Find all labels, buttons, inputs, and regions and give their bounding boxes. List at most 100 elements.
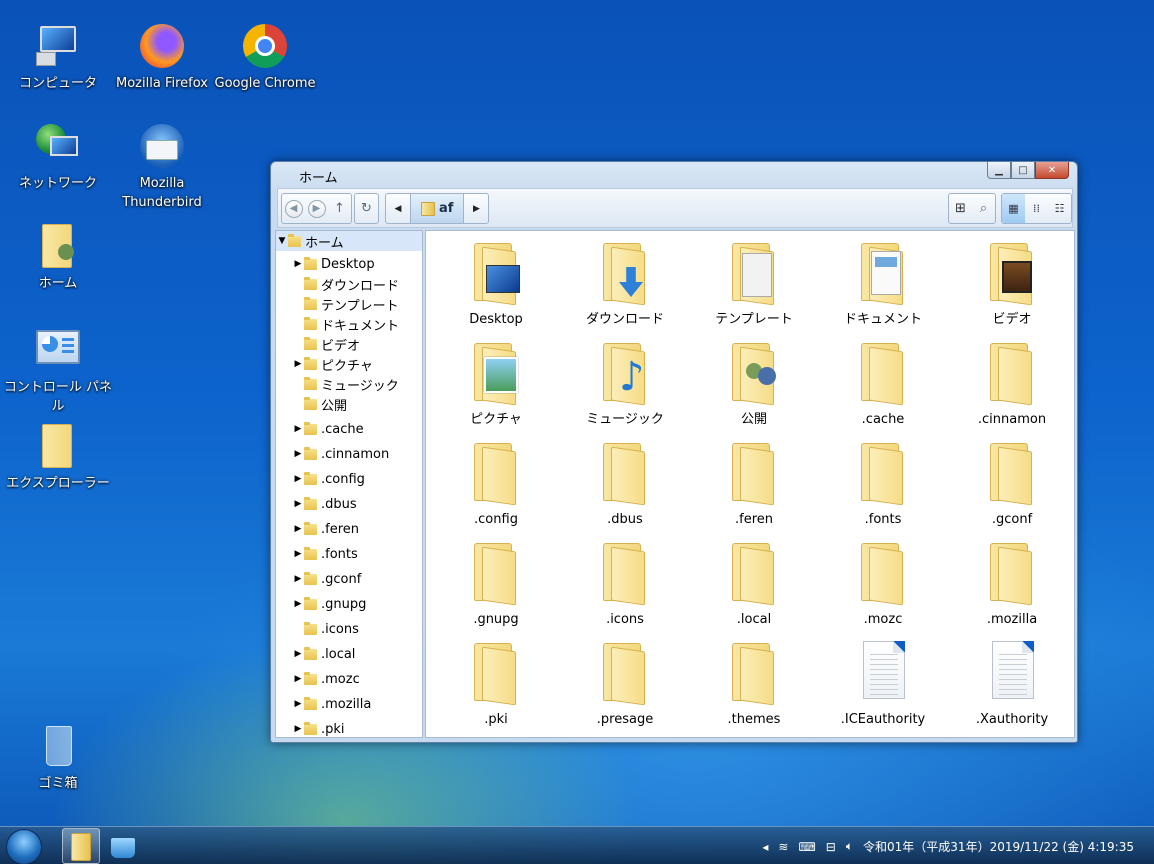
tree-item[interactable]: ▶ ピクチャ	[292, 354, 373, 374]
expand-arrow-icon[interactable]: ▶	[292, 524, 304, 534]
tree-item[interactable]: ▶ .feren	[292, 519, 359, 539]
start-button[interactable]	[6, 829, 42, 864]
desktop-icon-trash[interactable]: ゴミ箱	[3, 722, 113, 793]
file-item[interactable]: .fonts	[819, 439, 947, 528]
desktop-icon-thunderbird[interactable]: Mozilla Thunderbird	[107, 122, 217, 212]
file-item[interactable]: .pki	[432, 639, 560, 728]
file-item[interactable]: 公開	[690, 339, 818, 428]
list-view-icon: ⁞⁞	[1033, 202, 1040, 215]
tree-item[interactable]: .icons	[292, 619, 359, 639]
file-item[interactable]: .presage	[561, 639, 689, 728]
file-item[interactable]: ♪ ミュージック	[561, 339, 689, 428]
expand-arrow-icon[interactable]: ▶	[292, 599, 304, 609]
search-button[interactable]: ⌕	[972, 194, 995, 223]
file-item[interactable]: .cinnamon	[948, 339, 1074, 428]
network-tray-icon[interactable]: ⊟	[826, 840, 836, 854]
maximize-button[interactable]: □	[1011, 162, 1035, 179]
tree-item[interactable]: ▶ .local	[292, 644, 355, 664]
taskbar-item-file-manager[interactable]	[62, 828, 100, 864]
reload-button[interactable]: ↻	[355, 194, 378, 223]
keyboard-icon[interactable]: ⌨	[798, 840, 815, 854]
trash-icon	[34, 722, 82, 770]
tree-item[interactable]: ▶ .mozilla	[292, 694, 371, 714]
tree-item[interactable]: ▶ .fonts	[292, 544, 358, 564]
title-bar[interactable]: ホーム ▁ □ ✕	[271, 162, 1077, 186]
expand-arrow-icon[interactable]: ▶	[292, 499, 304, 509]
tree-item[interactable]: ビデオ	[292, 334, 360, 354]
expand-arrow-icon[interactable]: ▶	[292, 359, 304, 369]
tree-item[interactable]: 公開	[292, 394, 347, 414]
file-item[interactable]: .Xauthority	[948, 639, 1074, 728]
file-item[interactable]: .dbus	[561, 439, 689, 528]
file-item[interactable]: .local	[690, 539, 818, 628]
file-item[interactable]: ピクチャ	[432, 339, 560, 428]
expand-arrow-icon[interactable]: ▶	[292, 699, 304, 709]
file-item[interactable]: テンプレート	[690, 239, 818, 328]
tree-item[interactable]: ▶ Desktop	[292, 254, 375, 274]
expand-arrow-icon[interactable]: ▶	[292, 259, 304, 269]
desktop-icon-home[interactable]: ホーム	[3, 222, 113, 293]
file-item[interactable]: .themes	[690, 639, 818, 728]
path-scroll-left[interactable]: ◀	[386, 194, 410, 223]
desktop-icon-chrome[interactable]: Google Chrome	[210, 22, 320, 93]
file-item[interactable]: ダウンロード	[561, 239, 689, 328]
desktop-icon-control-panel[interactable]: コントロール パネル	[3, 326, 113, 416]
file-item[interactable]: .icons	[561, 539, 689, 628]
minimize-button[interactable]: ▁	[987, 162, 1011, 179]
expand-arrow-icon[interactable]: ▶	[292, 424, 304, 434]
tree-item[interactable]: ▶ .gconf	[292, 569, 361, 589]
tree-item[interactable]: ▶ .pki	[292, 719, 345, 737]
tray-expand-icon[interactable]: ◂	[762, 840, 768, 854]
file-item[interactable]: .ICEauthority	[819, 639, 947, 728]
folder-icon	[304, 521, 317, 536]
tree-item-label: ピクチャ	[321, 358, 373, 374]
file-item[interactable]: Desktop	[432, 239, 560, 328]
clock[interactable]: 令和01年（平成31年）2019/11/22 (金) 4:19:35	[863, 838, 1134, 855]
desktop-icon-network[interactable]: ネットワーク	[3, 122, 113, 193]
expand-arrow-icon[interactable]: ▶	[292, 674, 304, 684]
path-scroll-right[interactable]: ▶	[464, 194, 488, 223]
file-item[interactable]: .mozc	[819, 539, 947, 628]
volume-icon[interactable]: 🔈︎	[846, 839, 853, 854]
file-item[interactable]: ビデオ	[948, 239, 1074, 328]
tree-item[interactable]: ▶ .cinnamon	[292, 444, 389, 464]
file-item-label: .config	[474, 512, 518, 527]
compact-view-button[interactable]: ☷	[1048, 194, 1071, 223]
tree-item[interactable]: ドキュメント	[292, 314, 399, 334]
tree-item[interactable]: ▶ .dbus	[292, 494, 357, 514]
expand-arrow-icon[interactable]: ▶	[292, 724, 304, 734]
close-button[interactable]: ✕	[1035, 162, 1069, 179]
file-item[interactable]: .mozilla	[948, 539, 1074, 628]
forward-button[interactable]: ▶	[305, 194, 328, 223]
tree-item[interactable]: ▶ .config	[292, 469, 365, 489]
desktop-icon-explorer[interactable]: エクスプローラー	[3, 422, 113, 493]
tree-item[interactable]: ▶ .mozc	[292, 669, 360, 689]
desktop-icon-computer[interactable]: コンピュータ	[3, 22, 113, 93]
desktop-icon-firefox[interactable]: Mozilla Firefox	[107, 22, 217, 93]
tree-item[interactable]: ▶ .cache	[292, 419, 364, 439]
file-item[interactable]: .gnupg	[432, 539, 560, 628]
file-item[interactable]: .cache	[819, 339, 947, 428]
tree-item[interactable]: ミュージック	[292, 374, 399, 394]
taskbar-item-store[interactable]	[103, 828, 141, 864]
up-button[interactable]: ↑	[328, 194, 351, 223]
input-method-icon[interactable]: ≋	[778, 840, 788, 854]
expand-arrow-icon[interactable]: ▶	[292, 449, 304, 459]
tree-item-home[interactable]: ▼ ホーム	[276, 231, 422, 251]
file-item[interactable]: .config	[432, 439, 560, 528]
expand-arrow-icon[interactable]: ▶	[292, 474, 304, 484]
tree-item[interactable]: テンプレート	[292, 294, 399, 314]
tree-item[interactable]: ダウンロード	[292, 274, 399, 294]
new-folder-button[interactable]: ⊞	[949, 194, 972, 223]
file-item[interactable]: ドキュメント	[819, 239, 947, 328]
file-item[interactable]: .gconf	[948, 439, 1074, 528]
path-segment-button[interactable]: af	[410, 194, 465, 223]
file-item[interactable]: .feren	[690, 439, 818, 528]
icon-view-button[interactable]: ▦	[1002, 194, 1025, 223]
tree-item[interactable]: ▶ .gnupg	[292, 594, 366, 614]
expand-arrow-icon[interactable]: ▶	[292, 574, 304, 584]
back-button[interactable]: ◀	[282, 194, 305, 223]
expand-arrow-icon[interactable]: ▶	[292, 649, 304, 659]
expand-arrow-icon[interactable]: ▶	[292, 549, 304, 559]
list-view-button[interactable]: ⁞⁞	[1025, 194, 1048, 223]
